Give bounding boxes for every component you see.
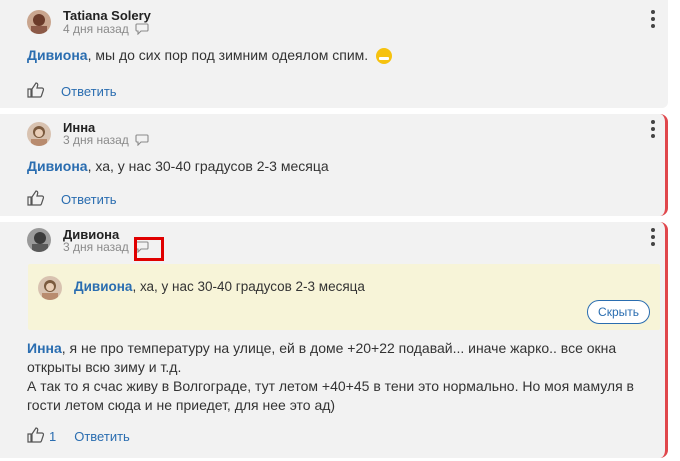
comment-body-line: , я не про температуру на улице, ей в до… xyxy=(61,340,617,356)
highlight-box xyxy=(134,237,164,261)
mention-link[interactable]: Дивиона xyxy=(74,279,132,294)
avatar[interactable] xyxy=(27,228,51,252)
hide-quote-button[interactable]: Скрыть xyxy=(587,300,650,324)
quote-body: , ха, у нас 30-40 градусов 2-3 месяца xyxy=(132,279,365,294)
reply-button[interactable]: Ответить xyxy=(61,192,117,207)
comment-text: Дивиона, ха, у нас 30-40 градусов 2-3 ме… xyxy=(27,157,329,176)
comment-meta: 4 дня назад xyxy=(63,22,149,36)
comment-actions: 1 Ответить xyxy=(27,427,130,446)
comment-author[interactable]: Tatiana Solery xyxy=(63,8,151,23)
comment-actions: Ответить xyxy=(27,190,117,209)
thumbs-up-icon[interactable] xyxy=(27,427,45,446)
comment-body-line: гости летом сюда и не приедет, для нее э… xyxy=(27,397,336,413)
mention-link[interactable]: Дивиона xyxy=(27,47,88,63)
avatar[interactable] xyxy=(27,122,51,146)
comment-body-line: А так то я счас живу в Волгограде, тут л… xyxy=(27,378,634,394)
kebab-menu-icon[interactable] xyxy=(650,228,656,246)
thumbs-up-icon[interactable] xyxy=(27,190,45,209)
speech-bubble-icon[interactable] xyxy=(135,134,149,147)
mention-link[interactable]: Инна xyxy=(27,340,62,356)
comment-body: , ха, у нас 30-40 градусов 2-3 месяца xyxy=(87,158,329,174)
kebab-menu-icon[interactable] xyxy=(650,120,656,138)
comment-time: 4 дня назад xyxy=(63,22,129,36)
comment-meta: 3 дня назад xyxy=(63,133,149,147)
reply-button[interactable]: Ответить xyxy=(61,84,117,99)
speech-bubble-icon[interactable] xyxy=(135,23,149,36)
grinning-emoji-icon xyxy=(376,48,393,65)
quote-text: Дивиона, ха, у нас 30-40 градусов 2-3 ме… xyxy=(74,277,365,296)
like-count: 1 xyxy=(49,429,57,444)
mention-link[interactable]: Дивиона xyxy=(27,158,88,174)
avatar[interactable] xyxy=(38,276,62,300)
comment-actions: Ответить xyxy=(27,82,117,101)
avatar[interactable] xyxy=(27,10,51,34)
kebab-menu-icon[interactable] xyxy=(650,10,656,28)
comment-card: Инна 3 дня назад Дивиона, ха, у нас 30-4… xyxy=(0,114,668,216)
comment-time: 3 дня назад xyxy=(63,240,129,254)
thumbs-up-icon[interactable] xyxy=(27,82,45,101)
comment-text: Дивиона, мы до сих пор под зимним одеяло… xyxy=(27,46,393,65)
reply-button[interactable]: Ответить xyxy=(74,429,130,444)
comment-body-line: открыты всю зиму и т.д. xyxy=(27,359,182,375)
comment-text: Инна, я не про температуру на улице, ей … xyxy=(27,339,657,415)
comment-card: Дивиона 3 дня назад Дивиона, ха, у нас 3… xyxy=(0,222,668,458)
comment-card: Tatiana Solery 4 дня назад Дивиона, мы д… xyxy=(0,0,668,108)
quoted-comment: Дивиона, ха, у нас 30-40 градусов 2-3 ме… xyxy=(28,264,660,330)
comment-body: , мы до сих пор под зимним одеялом спим. xyxy=(87,47,369,63)
comment-time: 3 дня назад xyxy=(63,133,129,147)
